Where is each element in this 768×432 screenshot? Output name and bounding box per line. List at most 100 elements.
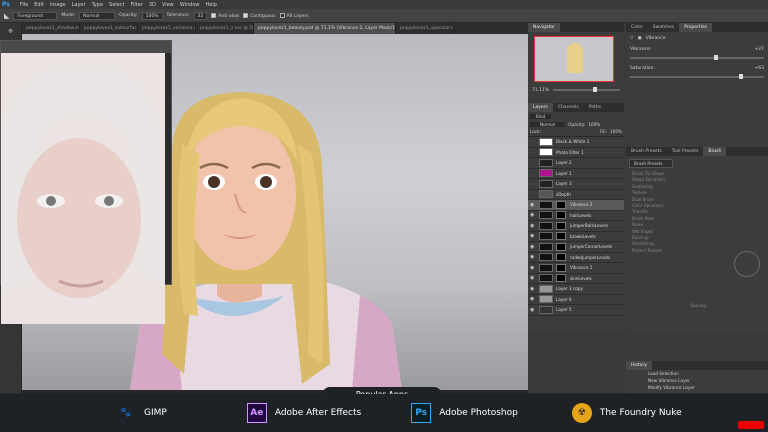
menu-type[interactable]: Type bbox=[92, 2, 103, 8]
app-nuke[interactable]: ☢ The Foundry Nuke bbox=[571, 403, 682, 423]
visibility-icon[interactable]: ◉ bbox=[530, 244, 536, 250]
visibility-icon[interactable]: ◉ bbox=[530, 296, 536, 302]
history-item[interactable]: Load Selection bbox=[648, 370, 768, 377]
move-tool-icon[interactable]: ✥ bbox=[4, 26, 18, 36]
contiguous-checkbox[interactable]: Contiguous bbox=[243, 12, 276, 19]
tab-subsurface[interactable]: poppylovez1_subsurface.exr @ bbox=[80, 23, 138, 34]
tab-shadow[interactable]: poppylovez1_shadow.exr @ 46. bbox=[22, 23, 80, 34]
layer-name: Vibrance 1 bbox=[570, 265, 593, 271]
brush-angle-widget[interactable] bbox=[734, 251, 760, 277]
tab-swatches[interactable]: Swatches bbox=[648, 23, 680, 32]
anti-alias-checkbox[interactable]: Anti-alias bbox=[211, 12, 239, 19]
tolerance-field[interactable]: 32 bbox=[193, 11, 208, 20]
visibility-icon[interactable]: ◉ bbox=[530, 223, 536, 229]
layer-filter-select[interactable]: Kind bbox=[530, 114, 552, 119]
brush-presets-button[interactable]: Brush Presets bbox=[629, 159, 673, 168]
tab-specular[interactable]: poppylovez1_specular.exr bbox=[396, 23, 454, 34]
visibility-icon[interactable]: ◉ bbox=[530, 233, 536, 239]
tab-variance[interactable]: poppylovez1_variance.exr @ 46. bbox=[138, 23, 196, 34]
layer-name: Layer 5 bbox=[556, 307, 572, 313]
layer-row[interactable]: ◉ jumperCornerLevels bbox=[528, 242, 624, 253]
layer-row[interactable]: Photo Filter 1 bbox=[528, 148, 624, 158]
layer-row[interactable]: ◉ skinLevels bbox=[528, 274, 624, 284]
opacity-field[interactable]: 100% bbox=[141, 11, 163, 20]
history-tab[interactable]: History bbox=[626, 361, 653, 370]
history-item[interactable]: Modify Vibrance Layer bbox=[648, 384, 768, 391]
menu-window[interactable]: Window bbox=[180, 2, 200, 8]
visibility-icon[interactable]: ◉ bbox=[530, 275, 536, 281]
navigator-zoom-value[interactable]: 71.11% bbox=[532, 88, 549, 93]
tab-brush-presets[interactable]: Brush Presets bbox=[626, 147, 667, 156]
menu-select[interactable]: Select bbox=[109, 2, 124, 8]
tab-brush[interactable]: Brush bbox=[703, 147, 727, 156]
tab-channels[interactable]: Channels bbox=[553, 103, 584, 112]
visibility-icon[interactable]: ◉ bbox=[530, 265, 536, 271]
vibrance-label: Vibrance: bbox=[630, 47, 652, 52]
app-after-effects[interactable]: Ae Adobe After Effects bbox=[246, 403, 361, 423]
layer-row[interactable]: Layer 1 bbox=[528, 169, 624, 179]
layer-opacity-field[interactable]: 100% bbox=[588, 122, 600, 127]
floating-window-title[interactable] bbox=[1, 41, 171, 53]
vibrance-slider[interactable] bbox=[714, 55, 719, 60]
visibility-icon[interactable]: ◉ bbox=[530, 212, 536, 218]
tab-properties[interactable]: Properties bbox=[679, 23, 712, 32]
nuke-icon: ☢ bbox=[571, 403, 592, 423]
tab-beauty[interactable]: poppylovez1_beauty.psd @ 71.1% (Vibrance… bbox=[254, 23, 396, 34]
layer-row-selected[interactable]: ◉ Vibrance 2 bbox=[528, 200, 624, 211]
history-item[interactable]: New Vibrance Layer bbox=[648, 377, 768, 384]
menu-layer[interactable]: Layer bbox=[72, 2, 86, 8]
visibility-icon[interactable]: ◉ bbox=[530, 202, 536, 208]
layer-row[interactable]: ◉ rodeoJumperLevels bbox=[528, 253, 624, 263]
floating-document-window[interactable] bbox=[0, 40, 172, 324]
all-layers-checkbox[interactable]: All Layers bbox=[279, 12, 309, 19]
layer-row[interactable]: ◉ jumperBallsLevels bbox=[528, 221, 624, 232]
opacity-label: Opacity: bbox=[119, 13, 138, 18]
layer-row[interactable]: Layer 2 bbox=[528, 158, 624, 169]
saturation-value[interactable]: +63 bbox=[755, 66, 765, 71]
photoshop-logo[interactable]: Ps bbox=[2, 1, 10, 8]
visibility-icon[interactable]: ◉ bbox=[530, 307, 536, 313]
menu-help[interactable]: Help bbox=[206, 2, 217, 8]
layer-row[interactable]: ◉ Layer 3 copy bbox=[528, 284, 624, 295]
navigator-tab[interactable]: Navigator bbox=[528, 23, 561, 32]
tab-tool-presets[interactable]: Tool Presets bbox=[667, 147, 704, 156]
layer-row[interactable]: ◉ Layer 5 bbox=[528, 305, 624, 316]
layer-row[interactable]: Layer 3 bbox=[528, 179, 624, 190]
fill-source-select[interactable]: Foreground bbox=[13, 11, 58, 20]
app-photoshop[interactable]: Ps Adobe Photoshop bbox=[411, 403, 518, 423]
menu-image[interactable]: Image bbox=[50, 2, 66, 8]
tab-color[interactable]: Color bbox=[626, 23, 648, 32]
mode-select[interactable]: Normal bbox=[79, 11, 116, 20]
all-layers-label: All Layers bbox=[286, 13, 309, 19]
navigator-zoom-slider[interactable] bbox=[593, 87, 598, 92]
menu-edit[interactable]: Edit bbox=[34, 2, 44, 8]
saturation-slider[interactable] bbox=[738, 74, 743, 79]
tab-paths[interactable]: Paths bbox=[584, 103, 606, 112]
vibrance-value[interactable]: +27 bbox=[755, 47, 765, 52]
lock-label: Lock: bbox=[530, 129, 541, 134]
layer-row[interactable]: ◉ Vibrance 1 bbox=[528, 263, 624, 274]
tab-z[interactable]: poppylovez1_z.exr @ 50% (Gray bbox=[196, 23, 254, 34]
layer-row[interactable]: Black & White 1 bbox=[528, 137, 624, 148]
layer-row[interactable]: ◉ hairLevels bbox=[528, 211, 624, 221]
paint-bucket-icon[interactable]: ◣ bbox=[4, 12, 9, 20]
gimp-icon: 🐾 bbox=[120, 408, 132, 418]
navigator-preview[interactable] bbox=[534, 36, 614, 82]
app-gimp[interactable]: 🐾 GIMP bbox=[116, 403, 166, 423]
layer-row[interactable]: ◉ Layer 6 bbox=[528, 295, 624, 305]
menu-file[interactable]: File bbox=[20, 2, 28, 8]
blend-mode-select[interactable]: Normal bbox=[530, 122, 566, 127]
mask-icon[interactable]: ▣ bbox=[637, 36, 641, 41]
layer-row[interactable]: ◉ browsLevels bbox=[528, 232, 624, 242]
visibility-icon[interactable]: ◉ bbox=[530, 254, 536, 260]
visibility-icon[interactable]: ◉ bbox=[530, 286, 536, 292]
menu-view[interactable]: View bbox=[162, 2, 174, 8]
layer-row[interactable]: zDepth bbox=[528, 190, 624, 200]
menu-3d[interactable]: 3D bbox=[149, 2, 156, 8]
popular-apps-bar: 🐾 GIMP Ae Adobe After Effects Ps Adobe P… bbox=[0, 394, 768, 432]
layer-name: rodeoJumperLevels bbox=[570, 254, 611, 260]
navigator-header: Navigator bbox=[528, 23, 624, 32]
fill-field[interactable]: 100% bbox=[610, 129, 622, 134]
menu-filter[interactable]: Filter bbox=[130, 2, 142, 8]
tab-layers[interactable]: Layers bbox=[528, 103, 553, 112]
